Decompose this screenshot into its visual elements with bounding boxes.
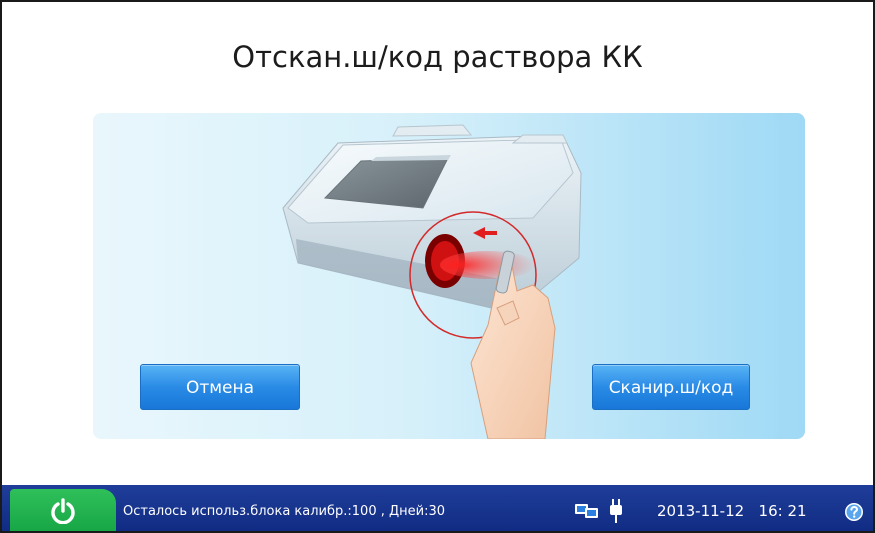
cancel-button[interactable]: Отмена <box>140 364 300 410</box>
power-button[interactable] <box>10 489 116 531</box>
date-label: 2013-11-12 <box>657 502 745 520</box>
calibration-remaining-text: Осталось использ.блока калибр.:100 , Дне… <box>123 504 445 519</box>
datetime: 2013-11-12 16: 21 <box>657 502 807 520</box>
time-label: 16: 21 <box>758 502 807 520</box>
help-icon[interactable] <box>844 502 864 522</box>
plug-icon <box>610 499 622 523</box>
scan-barcode-button[interactable]: Сканир.ш/код <box>592 364 750 410</box>
page-title: Отскан.ш/код раствора КК <box>232 40 643 74</box>
calibration-remaining-label: Осталось использ.блока калибр.:100 , Дне… <box>123 504 446 519</box>
app-window: Отскан.ш/код раствора КК Отмена Сканир.ш… <box>0 0 875 533</box>
network-icon <box>575 504 598 518</box>
power-icon <box>51 498 75 524</box>
